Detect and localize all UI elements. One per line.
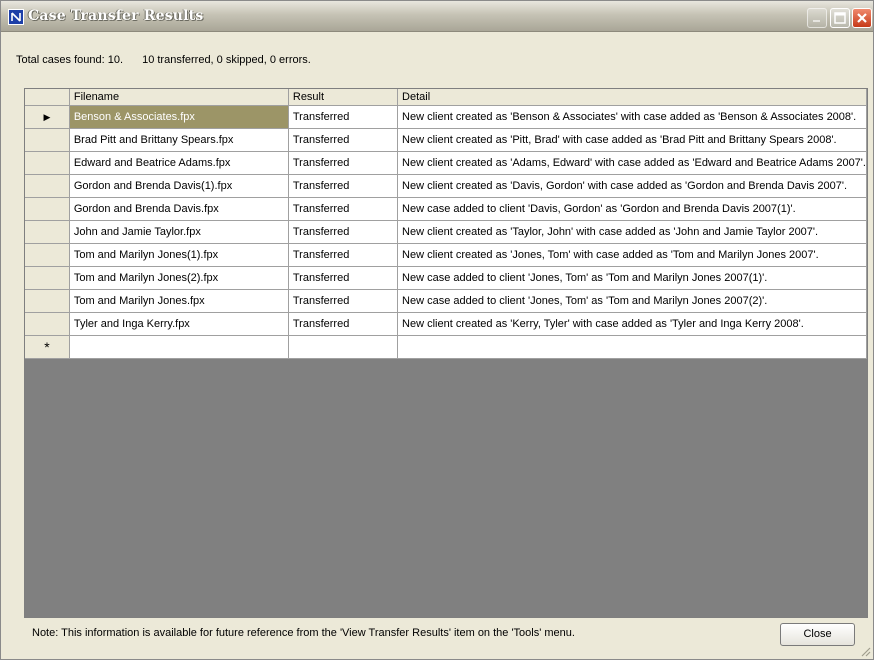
table-row[interactable]: Gordon and Brenda Davis.fpx Transferred Ne… [25,197,867,221]
transfer-stats-text: 10 transferred, 0 skipped, 0 errors. [142,54,311,66]
new-record-cell[interactable] [69,335,289,359]
detail-cell[interactable]: New client created as 'Pitt, Brad' with … [397,128,867,152]
table-row[interactable]: ▶ Benson & Associates.fpx Transferred New c… [25,105,867,129]
result-cell[interactable]: Transferred [288,174,399,198]
column-header-filename[interactable]: Filename [69,89,289,106]
row-header[interactable] [25,174,70,198]
filename-cell[interactable]: Gordon and Brenda Davis.fpx [69,197,289,221]
result-cell[interactable]: Transferred [288,266,399,290]
row-header[interactable] [25,289,70,313]
result-cell[interactable]: Transferred [288,151,399,175]
minimize-button[interactable] [807,8,827,28]
detail-cell[interactable]: New client created as 'Adams, Edward' wi… [397,151,867,175]
resize-grip-icon[interactable] [859,645,871,657]
summary-line: Total cases found: 10. 10 transferred, 0… [16,54,327,66]
row-header[interactable] [25,312,70,336]
detail-cell[interactable]: New client created as 'Davis, Gordon' wi… [397,174,867,198]
maximize-button[interactable] [830,8,850,28]
filename-cell[interactable]: Gordon and Brenda Davis(1).fpx [69,174,289,198]
detail-cell[interactable]: New client created as 'Benson & Associat… [397,105,867,129]
table-row[interactable]: Gordon and Brenda Davis(1).fpx Transferre… [25,174,867,198]
result-cell[interactable]: Transferred [288,220,399,244]
result-cell[interactable]: Transferred [288,197,399,221]
filename-cell[interactable]: Brad Pitt and Brittany Spears.fpx [69,128,289,152]
filename-cell[interactable]: Tyler and Inga Kerry.fpx [69,312,289,336]
row-header[interactable]: ▶ [25,105,70,129]
detail-cell[interactable]: New client created as 'Kerry, Tyler' wit… [397,312,867,336]
table-row[interactable]: Tom and Marilyn Jones.fpx Transferred New … [25,289,867,313]
new-row-marker-icon[interactable]: * [25,335,70,359]
close-button[interactable]: Close [780,623,855,646]
row-header[interactable] [25,197,70,221]
filename-cell[interactable]: John and Jamie Taylor.fpx [69,220,289,244]
column-header-detail[interactable]: Detail [397,89,867,106]
filename-cell[interactable]: Tom and Marilyn Jones(2).fpx [69,266,289,290]
app-icon[interactable] [8,9,24,25]
header-row: Filename Result Detail [25,89,867,106]
table-row[interactable]: Tom and Marilyn Jones(2).fpx Transferred N… [25,266,867,290]
detail-cell[interactable]: New case added to client 'Jones, Tom' as… [397,266,867,290]
new-record-cell[interactable] [397,335,867,359]
result-cell[interactable]: Transferred [288,289,399,313]
table-row[interactable]: John and Jamie Taylor.fpx Transferred New … [25,220,867,244]
detail-cell[interactable]: New case added to client 'Davis, Gordon'… [397,197,867,221]
detail-cell[interactable]: New client created as 'Taylor, John' wit… [397,220,867,244]
current-row-marker-icon: ▶ [43,112,51,122]
title-bar[interactable]: Case Transfer Results [1,1,873,32]
results-table: Filename Result Detail ▶ Benson & Associa… [25,89,867,359]
results-grid[interactable]: Filename Result Detail ▶ Benson & Associa… [24,88,868,618]
filename-cell[interactable]: Benson & Associates.fpx [69,105,289,129]
result-cell[interactable]: Transferred [288,105,399,129]
filename-cell[interactable]: Edward and Beatrice Adams.fpx [69,151,289,175]
table-row[interactable]: Brad Pitt and Brittany Spears.fpx Transfe… [25,128,867,152]
detail-cell[interactable]: New client created as 'Jones, Tom' with … [397,243,867,267]
corner-header[interactable] [25,89,70,106]
new-record-cell[interactable] [288,335,399,359]
column-header-result[interactable]: Result [288,89,399,106]
filename-cell[interactable]: Tom and Marilyn Jones(1).fpx [69,243,289,267]
row-header[interactable] [25,266,70,290]
total-cases-text: Total cases found: 10. [16,54,124,66]
table-row[interactable]: Tyler and Inga Kerry.fpx Transferred New c… [25,312,867,336]
close-window-button[interactable] [852,8,872,28]
row-header[interactable] [25,220,70,244]
result-cell[interactable]: Transferred [288,312,399,336]
filename-cell[interactable]: Tom and Marilyn Jones.fpx [69,289,289,313]
table-row[interactable]: Tom and Marilyn Jones(1).fpx Transferred N… [25,243,867,267]
footnote: Note: This information is available for … [32,627,575,639]
row-header[interactable] [25,128,70,152]
window-title: Case Transfer Results [28,8,204,24]
row-header[interactable] [25,243,70,267]
table-row[interactable]: Edward and Beatrice Adams.fpx Transferred… [25,151,867,175]
result-cell[interactable]: Transferred [288,128,399,152]
result-cell[interactable]: Transferred [288,243,399,267]
case-transfer-results-window: Case Transfer Results Total cases found:… [0,0,874,660]
new-record-row[interactable]: * [25,335,867,359]
detail-cell[interactable]: New case added to client 'Jones, Tom' as… [397,289,867,313]
row-header[interactable] [25,151,70,175]
grid-body: ▶ Benson & Associates.fpx Transferred New c… [25,105,867,359]
